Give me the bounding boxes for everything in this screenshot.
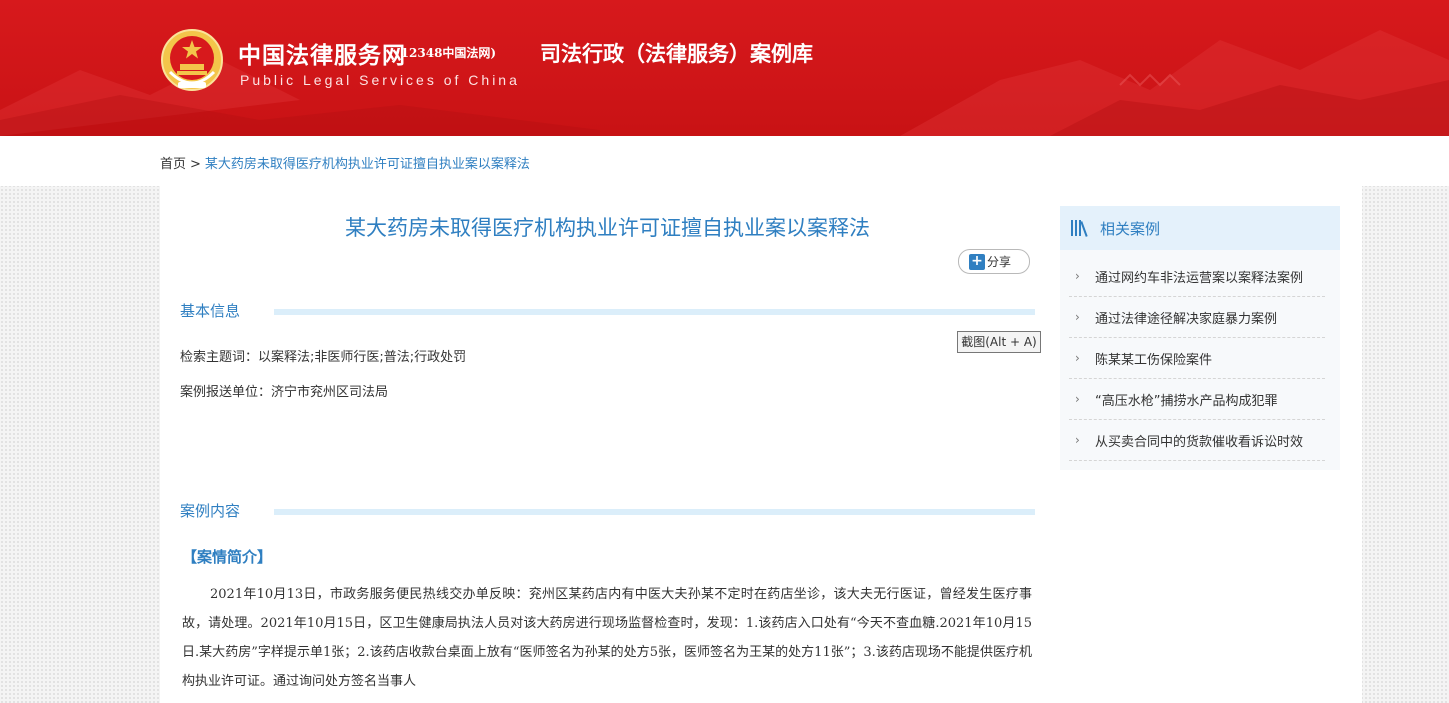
related-case-link[interactable]: 通过网约车非法运营案以案释法案例 [1095, 267, 1321, 286]
related-cases-title: 相关案例 [1100, 219, 1161, 238]
basic-info-heading: 基本信息 [180, 302, 241, 320]
site-english-name: Public Legal Services of China [240, 72, 520, 88]
related-case-item[interactable]: › 从买卖合同中的货款催收看诉讼时效 [1069, 420, 1325, 461]
breadcrumb: 首页 > 某大药房未取得医疗机构执业许可证擅自执业案以案释法 [160, 153, 530, 172]
breadcrumb-current[interactable]: 某大药房未取得医疗机构执业许可证擅自执业案以案释法 [205, 157, 530, 172]
share-button[interactable]: + 分享 [958, 249, 1030, 274]
related-case-item[interactable]: › 陈某某工伤保险案件 [1069, 338, 1325, 379]
related-case-item[interactable]: › “高压水枪”捕捞水产品构成犯罪 [1069, 379, 1325, 420]
case-summary-paragraph: 2021年10月13日，市政务服务便民热线交办单反映：兖州区某药店内有中医大夫孙… [182, 587, 1032, 689]
related-case-item[interactable]: › 通过网约车非法运营案以案释法案例 [1069, 256, 1325, 297]
basic-info-divider [274, 309, 1035, 315]
related-case-link[interactable]: 从买卖合同中的货款催收看诉讼时效 [1095, 431, 1321, 450]
page-title: 某大药房未取得医疗机构执业许可证擅自执业案以案释法 [345, 216, 870, 240]
site-subtitle: (12348中国法网) [395, 46, 497, 60]
reporting-unit-text: 案例报送单位：济宁市兖州区司法局 [180, 385, 389, 400]
breadcrumb-home-link[interactable]: 首页 [160, 157, 186, 172]
share-label: 分享 [987, 255, 1012, 269]
site-header: 中国法律服务网 (12348中国法网) Public Legal Service… [0, 0, 1449, 136]
bookshelf-icon [1071, 220, 1088, 237]
chevron-right-icon: › [1075, 392, 1080, 406]
related-cases-list: › 通过网约车非法运营案以案释法案例 › 通过法律途径解决家庭暴力案例 › 陈某某工伤… [1069, 256, 1325, 461]
case-content-divider [274, 509, 1035, 515]
chevron-right-icon: › [1075, 433, 1080, 447]
related-cases-header: 相关案例 [1060, 206, 1340, 250]
keywords-text: 检索主题词：以案释法;非医师行医;普法;行政处罚 [180, 350, 467, 365]
screenshot-tooltip: 截图(Alt + A) [957, 331, 1041, 353]
section-title[interactable]: 司法行政（法律服务）案例库 [540, 38, 813, 68]
plus-icon: + [969, 253, 985, 270]
national-emblem-icon [161, 29, 223, 91]
breadcrumb-separator: > [190, 157, 201, 172]
case-summary-heading: 【案情简介】 [182, 548, 273, 566]
related-case-link[interactable]: “高压水枪”捕捞水产品构成犯罪 [1095, 390, 1321, 409]
related-case-link[interactable]: 通过法律途径解决家庭暴力案例 [1095, 308, 1321, 327]
chevron-right-icon: › [1075, 310, 1080, 324]
chevron-right-icon: › [1075, 269, 1080, 283]
case-content-heading: 案例内容 [180, 502, 241, 520]
related-case-item[interactable]: › 通过法律途径解决家庭暴力案例 [1069, 297, 1325, 338]
related-case-link[interactable]: 陈某某工伤保险案件 [1095, 349, 1321, 368]
chevron-right-icon: › [1075, 351, 1080, 365]
site-name[interactable]: 中国法律服务网 [238, 36, 406, 70]
